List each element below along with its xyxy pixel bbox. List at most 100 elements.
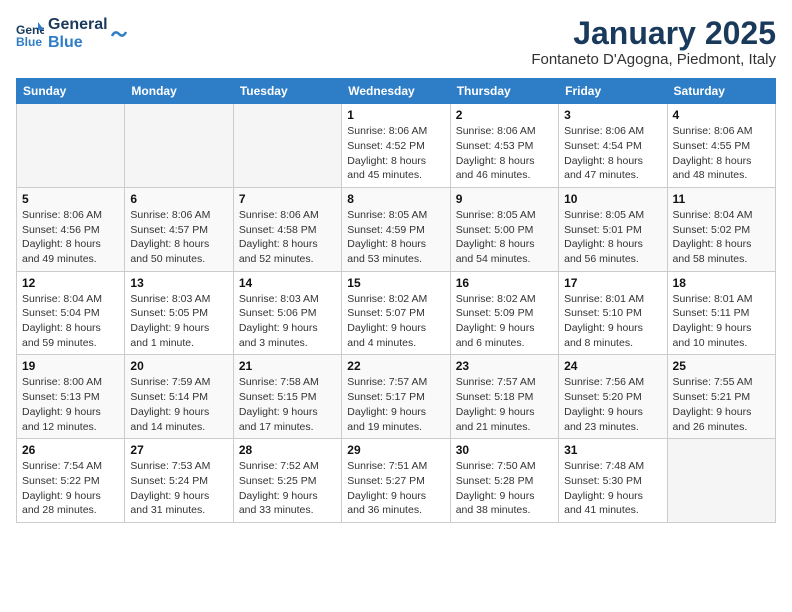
day-info: Sunrise: 7:51 AM Sunset: 5:27 PM Dayligh… — [347, 459, 444, 518]
calendar-cell: 11Sunrise: 8:04 AM Sunset: 5:02 PM Dayli… — [667, 187, 775, 271]
day-info: Sunrise: 7:57 AM Sunset: 5:18 PM Dayligh… — [456, 375, 553, 434]
day-number: 26 — [22, 443, 119, 457]
calendar-subtitle: Fontaneto D'Agogna, Piedmont, Italy — [531, 51, 776, 68]
day-info: Sunrise: 8:00 AM Sunset: 5:13 PM Dayligh… — [22, 375, 119, 434]
calendar-cell: 17Sunrise: 8:01 AM Sunset: 5:10 PM Dayli… — [559, 271, 667, 355]
day-info: Sunrise: 8:06 AM Sunset: 4:53 PM Dayligh… — [456, 124, 553, 183]
day-info: Sunrise: 8:02 AM Sunset: 5:07 PM Dayligh… — [347, 292, 444, 351]
day-number: 30 — [456, 443, 553, 457]
calendar-cell: 2 Sunrise: 8:06 AM Sunset: 4:53 PM Daylig… — [450, 104, 558, 188]
calendar-cell: 9Sunrise: 8:05 AM Sunset: 5:00 PM Daylig… — [450, 187, 558, 271]
day-number: 3 — [564, 108, 661, 122]
day-number: 8 — [347, 192, 444, 206]
calendar-cell: 28 Sunrise: 7:52 AM Sunset: 5:25 PM Dayli… — [233, 439, 341, 523]
day-number: 12 — [22, 276, 119, 290]
day-info: Sunrise: 8:05 AM Sunset: 4:59 PM Dayligh… — [347, 208, 444, 267]
calendar-cell: 18Sunrise: 8:01 AM Sunset: 5:11 PM Dayli… — [667, 271, 775, 355]
calendar-cell: 5 Sunrise: 8:06 AM Sunset: 4:56 PM Daylig… — [17, 187, 125, 271]
day-info: Sunrise: 8:06 AM Sunset: 4:52 PM Dayligh… — [347, 124, 444, 183]
calendar-cell: 10 Sunrise: 8:05 AM Sunset: 5:01 PM Dayli… — [559, 187, 667, 271]
logo-wave-icon — [110, 22, 128, 42]
day-number: 17 — [564, 276, 661, 290]
day-info: Sunrise: 8:04 AM Sunset: 5:02 PM Dayligh… — [673, 208, 770, 267]
day-number: 10 — [564, 192, 661, 206]
calendar-cell — [667, 439, 775, 523]
week-row-3: 12 Sunrise: 8:04 AM Sunset: 5:04 PM Dayli… — [17, 271, 776, 355]
week-row-2: 5 Sunrise: 8:06 AM Sunset: 4:56 PM Daylig… — [17, 187, 776, 271]
day-info: Sunrise: 8:06 AM Sunset: 4:55 PM Dayligh… — [673, 124, 770, 183]
day-info: Sunrise: 8:06 AM Sunset: 4:54 PM Dayligh… — [564, 124, 661, 183]
calendar-cell: 3 Sunrise: 8:06 AM Sunset: 4:54 PM Daylig… — [559, 104, 667, 188]
day-number: 25 — [673, 359, 770, 373]
svg-text:Blue: Blue — [16, 35, 42, 48]
day-info: Sunrise: 7:52 AM Sunset: 5:25 PM Dayligh… — [239, 459, 336, 518]
calendar-cell: 24 Sunrise: 7:56 AM Sunset: 5:20 PM Dayli… — [559, 355, 667, 439]
day-number: 24 — [564, 359, 661, 373]
day-number: 13 — [130, 276, 227, 290]
day-number: 29 — [347, 443, 444, 457]
calendar-cell: 20 Sunrise: 7:59 AM Sunset: 5:14 PM Dayli… — [125, 355, 233, 439]
day-info: Sunrise: 7:59 AM Sunset: 5:14 PM Dayligh… — [130, 375, 227, 434]
weekday-header-thursday: Thursday — [450, 79, 558, 104]
day-number: 7 — [239, 192, 336, 206]
logo-text-line2: Blue — [48, 34, 108, 52]
week-row-5: 26 Sunrise: 7:54 AM Sunset: 5:22 PM Dayli… — [17, 439, 776, 523]
day-number: 5 — [22, 192, 119, 206]
day-number: 1 — [347, 108, 444, 122]
day-info: Sunrise: 8:05 AM Sunset: 5:01 PM Dayligh… — [564, 208, 661, 267]
day-number: 16 — [456, 276, 553, 290]
week-row-4: 19 Sunrise: 8:00 AM Sunset: 5:13 PM Dayli… — [17, 355, 776, 439]
day-info: Sunrise: 8:05 AM Sunset: 5:00 PM Dayligh… — [456, 208, 553, 267]
calendar-cell: 29 Sunrise: 7:51 AM Sunset: 5:27 PM Dayli… — [342, 439, 450, 523]
title-area: January 2025 Fontaneto D'Agogna, Piedmon… — [531, 16, 776, 68]
day-info: Sunrise: 7:56 AM Sunset: 5:20 PM Dayligh… — [564, 375, 661, 434]
calendar-cell: 1 Sunrise: 8:06 AM Sunset: 4:52 PM Daylig… — [342, 104, 450, 188]
day-info: Sunrise: 7:58 AM Sunset: 5:15 PM Dayligh… — [239, 375, 336, 434]
day-info: Sunrise: 8:04 AM Sunset: 5:04 PM Dayligh… — [22, 292, 119, 351]
weekday-header-friday: Friday — [559, 79, 667, 104]
day-number: 31 — [564, 443, 661, 457]
calendar-cell: 13 Sunrise: 8:03 AM Sunset: 5:05 PM Dayli… — [125, 271, 233, 355]
weekday-header-sunday: Sunday — [17, 79, 125, 104]
weekday-header-saturday: Saturday — [667, 79, 775, 104]
day-number: 23 — [456, 359, 553, 373]
day-info: Sunrise: 8:06 AM Sunset: 4:56 PM Dayligh… — [22, 208, 119, 267]
day-number: 21 — [239, 359, 336, 373]
calendar-cell: 4Sunrise: 8:06 AM Sunset: 4:55 PM Daylig… — [667, 104, 775, 188]
calendar-cell: 8 Sunrise: 8:05 AM Sunset: 4:59 PM Daylig… — [342, 187, 450, 271]
day-info: Sunrise: 7:48 AM Sunset: 5:30 PM Dayligh… — [564, 459, 661, 518]
day-info: Sunrise: 8:03 AM Sunset: 5:06 PM Dayligh… — [239, 292, 336, 351]
calendar-cell: 14Sunrise: 8:03 AM Sunset: 5:06 PM Dayli… — [233, 271, 341, 355]
day-number: 2 — [456, 108, 553, 122]
day-number: 15 — [347, 276, 444, 290]
day-info: Sunrise: 8:03 AM Sunset: 5:05 PM Dayligh… — [130, 292, 227, 351]
logo-icon: General Blue — [16, 20, 44, 48]
day-number: 28 — [239, 443, 336, 457]
calendar-cell: 16Sunrise: 8:02 AM Sunset: 5:09 PM Dayli… — [450, 271, 558, 355]
day-info: Sunrise: 7:53 AM Sunset: 5:24 PM Dayligh… — [130, 459, 227, 518]
calendar-cell: 31 Sunrise: 7:48 AM Sunset: 5:30 PM Dayli… — [559, 439, 667, 523]
calendar-cell: 21 Sunrise: 7:58 AM Sunset: 5:15 PM Dayli… — [233, 355, 341, 439]
calendar-cell: 19 Sunrise: 8:00 AM Sunset: 5:13 PM Dayli… — [17, 355, 125, 439]
day-info: Sunrise: 7:57 AM Sunset: 5:17 PM Dayligh… — [347, 375, 444, 434]
calendar-cell: 7 Sunrise: 8:06 AM Sunset: 4:58 PM Daylig… — [233, 187, 341, 271]
day-number: 20 — [130, 359, 227, 373]
week-row-1: 1 Sunrise: 8:06 AM Sunset: 4:52 PM Daylig… — [17, 104, 776, 188]
day-info: Sunrise: 7:55 AM Sunset: 5:21 PM Dayligh… — [673, 375, 770, 434]
calendar-title: January 2025 — [531, 16, 776, 51]
calendar-cell — [233, 104, 341, 188]
day-number: 6 — [130, 192, 227, 206]
logo-text-line1: General — [48, 16, 108, 34]
calendar-cell — [125, 104, 233, 188]
day-info: Sunrise: 7:54 AM Sunset: 5:22 PM Dayligh… — [22, 459, 119, 518]
day-info: Sunrise: 8:06 AM Sunset: 4:58 PM Dayligh… — [239, 208, 336, 267]
calendar-cell — [17, 104, 125, 188]
calendar-cell: 25 Sunrise: 7:55 AM Sunset: 5:21 PM Dayli… — [667, 355, 775, 439]
day-number: 22 — [347, 359, 444, 373]
day-number: 19 — [22, 359, 119, 373]
calendar-table: SundayMondayTuesdayWednesdayThursdayFrid… — [16, 78, 776, 523]
calendar-cell: 23 Sunrise: 7:57 AM Sunset: 5:18 PM Dayli… — [450, 355, 558, 439]
calendar-cell: 27 Sunrise: 7:53 AM Sunset: 5:24 PM Dayli… — [125, 439, 233, 523]
day-number: 27 — [130, 443, 227, 457]
day-number: 18 — [673, 276, 770, 290]
